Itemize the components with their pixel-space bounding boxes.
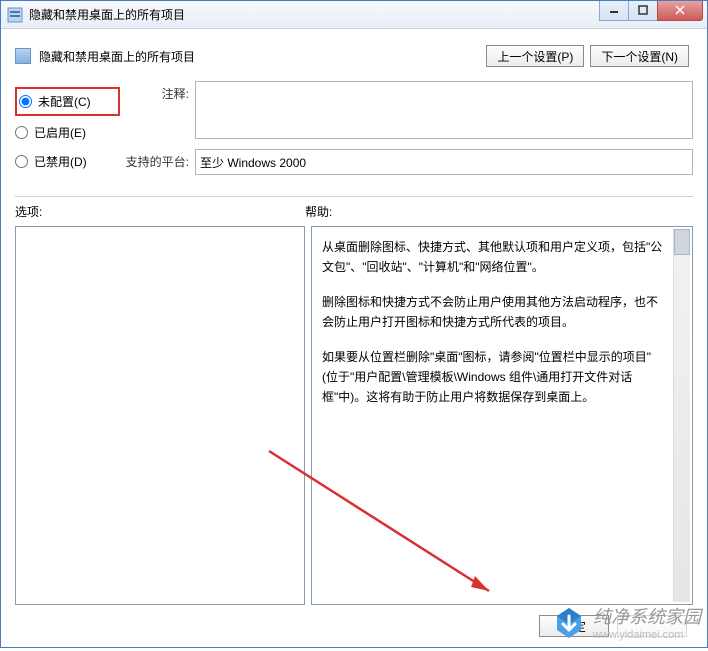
maximize-button[interactable] [628, 1, 658, 21]
scrollbar-thumb[interactable] [674, 229, 690, 255]
policy-title: 隐藏和禁用桌面上的所有项目 [39, 48, 486, 65]
highlight-annotation: 未配置(C) [15, 87, 120, 116]
not-configured-radio[interactable] [19, 95, 32, 108]
policy-icon [15, 48, 31, 64]
prev-setting-button[interactable]: 上一个设置(P) [486, 45, 584, 67]
options-label: 选项: [15, 203, 305, 220]
watermark-url: www.yidaimei.com [593, 629, 701, 641]
not-configured-label: 未配置(C) [38, 93, 91, 110]
minimize-button[interactable] [599, 1, 629, 21]
close-button[interactable] [657, 1, 703, 21]
help-label: 帮助: [305, 203, 332, 220]
enabled-label: 已启用(E) [34, 124, 86, 141]
help-paragraph: 删除图标和快捷方式不会防止用户使用其他方法启动程序，也不会防止用户打开图标和快捷… [322, 292, 664, 333]
watermark-title: 纯净系统家园 [593, 603, 701, 629]
platform-field: 至少 Windows 2000 [195, 149, 693, 175]
disabled-label: 已禁用(D) [34, 153, 87, 170]
next-setting-button[interactable]: 下一个设置(N) [590, 45, 689, 67]
comment-input[interactable] [195, 81, 693, 139]
options-panel [15, 226, 305, 605]
window-icon [7, 7, 23, 23]
window-controls [600, 1, 707, 21]
disabled-radio[interactable] [15, 155, 28, 168]
comment-label: 注释: [120, 81, 195, 139]
help-paragraph: 从桌面删除图标、快捷方式、其他默认项和用户定义项，包括"公文包"、"回收站"、"… [322, 237, 664, 278]
watermark: 纯净系统家园 www.yidaimei.com [551, 603, 701, 641]
watermark-logo-icon [551, 606, 587, 638]
help-panel: 从桌面删除图标、快捷方式、其他默认项和用户定义项，包括"公文包"、"回收站"、"… [311, 226, 693, 605]
titlebar: 隐藏和禁用桌面上的所有项目 [1, 1, 707, 29]
enabled-radio[interactable] [15, 126, 28, 139]
divider [15, 196, 693, 197]
help-paragraph: 如果要从位置栏删除"桌面"图标，请参阅"位置栏中显示的项目"(位于"用户配置\管… [322, 347, 664, 408]
window-title: 隐藏和禁用桌面上的所有项目 [29, 6, 600, 23]
platform-label: 支持的平台: [120, 149, 195, 175]
